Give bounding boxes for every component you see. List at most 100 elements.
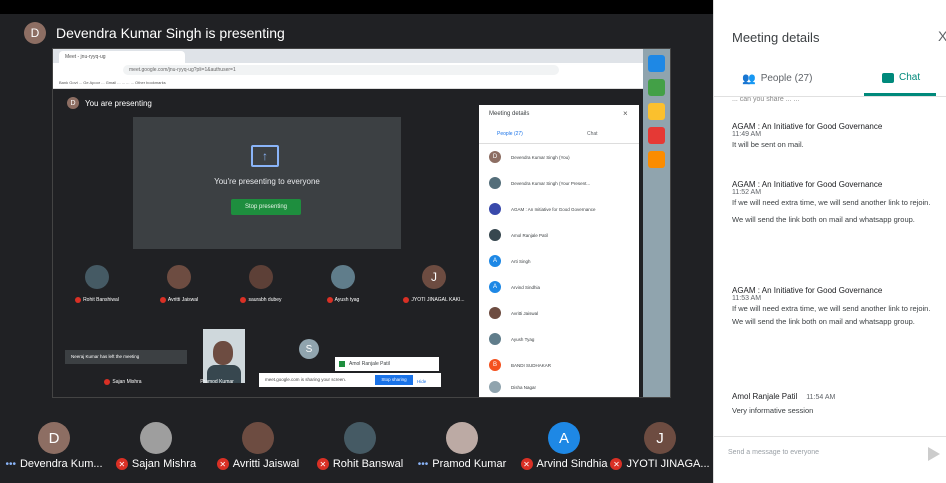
browser-toolbar: meet.google.com/jnu-ryyq-ug?pli=1&authus…: [53, 63, 670, 77]
inner-panel-title: Meeting details: [489, 111, 530, 117]
inner-people-row: D Devendra Kumar Singh (You): [489, 149, 570, 165]
person-name: Ayush Tyag: [511, 336, 535, 342]
presenting-card: ↑ You're presenting to everyone Stop pre…: [133, 117, 401, 249]
participant-tile: J JYOTI JINAGAL KAKI...: [397, 265, 471, 303]
inner-tab-people[interactable]: People (27): [497, 131, 523, 137]
tab-people[interactable]: 👥 People (27): [742, 72, 812, 85]
filmstrip-item[interactable]: ✕ Sajan Mishra: [106, 404, 206, 470]
tab-chat[interactable]: Chat: [882, 72, 920, 83]
you-presenting-bar: D You are presenting: [67, 97, 152, 109]
message-sender: AGAM : An Initiative for Good Governance: [732, 286, 883, 295]
avatar: D: [489, 151, 501, 163]
pip-name-card: Amol Ranjale Patil: [335, 357, 439, 371]
message-sender: AGAM : An Initiative for Good Governance: [732, 180, 883, 189]
folder-icon[interactable]: [648, 127, 665, 144]
avatar: [344, 422, 376, 454]
message-text: If we will need extra time, we will send…: [732, 198, 931, 207]
avatar: [140, 422, 172, 454]
bookmarks-bar: Bank Govt ... Ge Apoor ... Gmail ... ...…: [53, 77, 670, 89]
filmstrip-item[interactable]: A ✕ Arvind Sindhia: [514, 404, 614, 470]
participant-tile: saurabh dubey: [231, 265, 291, 303]
mic-muted-icon: ✕: [316, 458, 329, 470]
address-bar[interactable]: meet.google.com/jnu-ryyq-ug?pli=1&authus…: [123, 65, 559, 75]
browser-tab[interactable]: Meet - jnu-ryyq-ug: [59, 51, 185, 63]
mic-muted-icon: [240, 297, 247, 303]
inner-meeting-details-panel: Meeting details × People (27) Chat D Deve…: [479, 105, 639, 397]
inner-people-row: Avritti Jaiswal: [489, 305, 538, 321]
notes-icon[interactable]: [648, 151, 665, 168]
tab-people-label: People (27): [760, 73, 813, 84]
participant-name: Rohit Banswal: [332, 458, 404, 470]
send-icon[interactable]: [928, 447, 940, 461]
participant-avatar: S: [299, 339, 319, 359]
inner-people-row: Disha Nagar: [489, 379, 536, 395]
filmstrip-item[interactable]: D ••• Devendra Kum...: [4, 404, 104, 470]
more-dots-icon: •••: [5, 458, 16, 470]
person-name: Amol Ranjale Patil: [511, 232, 548, 238]
avatar: [489, 381, 501, 393]
person-name: Devendra Kumar Singh (Your Present...: [511, 180, 591, 186]
participant-name: Sajan Mishra: [112, 379, 142, 385]
hide-button[interactable]: Hide: [417, 375, 426, 389]
stop-presenting-button[interactable]: Stop presenting: [231, 199, 301, 215]
person-name: Arti Singh: [511, 258, 531, 264]
avatar: [446, 422, 478, 454]
more-dots-icon: •••: [417, 458, 429, 470]
participant-avatar: [85, 265, 109, 289]
inner-people-row: A Arti Singh: [489, 253, 531, 269]
avatar: [489, 203, 501, 215]
mic-muted-icon: ✕: [115, 458, 128, 470]
message-text: We will send the link both on mail and w…: [732, 317, 915, 326]
inner-people-row: Ayush Tyag: [489, 331, 534, 347]
filmstrip-item[interactable]: ••• Pramod Kumar: [412, 404, 512, 470]
mic-muted-icon: [75, 297, 82, 303]
presenter-bar: D Devendra Kumar Singh is presenting: [24, 22, 285, 44]
participant-tile: Avritti Jaiswal: [149, 265, 209, 303]
participant-tile: Ayush tyag: [313, 265, 373, 303]
top-black-bar: [0, 0, 713, 14]
message-sender: Amol Ranjale Patil: [732, 392, 798, 401]
inner-people-row: Devendra Kumar Singh (Your Present...: [489, 175, 590, 191]
person-name: Devendra Kumar Singh (You): [511, 154, 570, 160]
filmstrip-item[interactable]: J ✕ JYOTI JINAGA...: [610, 404, 710, 470]
participant-name: JYOTI JINAGAL KAKI...: [411, 297, 465, 303]
filmstrip-item[interactable]: ✕ Rohit Banswal: [310, 404, 410, 470]
chat-messages: ... can you share ... ... AGAM : An Init…: [714, 96, 946, 430]
shared-screen: Meet - jnu-ryyq-ug meet.google.com/jnu-r…: [52, 48, 671, 398]
meeting-details-panel: Meeting details X 👥 People (27) Chat ...…: [713, 0, 946, 483]
you-avatar: D: [67, 97, 79, 109]
participant-name: Pramod Kumar: [432, 458, 507, 470]
message-time: 11:53 AM: [732, 295, 762, 302]
message-input[interactable]: Send a message to everyone: [728, 449, 819, 456]
browser-icon[interactable]: [648, 55, 665, 72]
message-time: 11:52 AM: [732, 189, 762, 196]
participant-tile: Rohit Banshiwal: [67, 265, 127, 303]
avatar: [242, 422, 274, 454]
app-icon[interactable]: [648, 79, 665, 96]
participant-avatar: [167, 265, 191, 289]
close-icon[interactable]: X: [938, 28, 946, 44]
participant-name: Pramod Kumar: [200, 379, 234, 385]
panel-tabs: 👥 People (27) Chat: [714, 66, 946, 97]
people-icon: 👥: [742, 73, 756, 85]
message-time: 11:54 AM: [806, 394, 836, 401]
inner-close-icon[interactable]: ×: [623, 109, 628, 118]
presenter-label: Devendra Kumar Singh is presenting: [56, 25, 285, 41]
participant-tile: Sajan Mishra: [93, 379, 153, 385]
mic-muted-icon: ✕: [216, 458, 229, 470]
inner-people-row: AGAM : An Initiative for Good Governance: [489, 201, 596, 217]
inner-tab-chat[interactable]: Chat: [587, 131, 598, 137]
stop-sharing-button[interactable]: Stop sharing: [375, 375, 413, 385]
browser-tab-strip: Meet - jnu-ryyq-ug: [53, 49, 670, 63]
filmstrip-item[interactable]: ✕ Avritti Jaiswal: [208, 404, 308, 470]
message-time: 11:49 AM: [732, 131, 762, 138]
inner-people-row: A Arvind Sindhia: [489, 279, 540, 295]
inner-people-row: Amol Ranjale Patil: [489, 227, 548, 243]
message-text: Very informative session: [732, 406, 814, 415]
mic-muted-icon: [104, 379, 111, 385]
message-sender: AGAM : An Initiative for Good Governance: [732, 122, 883, 131]
chrome-icon[interactable]: [648, 103, 665, 120]
you-presenting-label: You are presenting: [85, 98, 152, 108]
participant-name: saurabh dubey: [248, 297, 282, 303]
present-screen-icon: ↑: [251, 145, 279, 167]
